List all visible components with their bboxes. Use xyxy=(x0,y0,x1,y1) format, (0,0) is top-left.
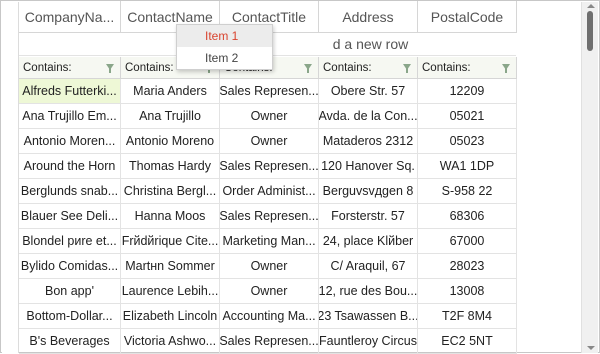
scroll-up-icon[interactable] xyxy=(587,4,595,8)
cell-contactname[interactable]: Hanna Moos xyxy=(121,204,220,229)
cell-companyname[interactable]: Around the Horn xyxy=(19,154,121,179)
cell-companyname[interactable]: Ana Trujillo Em... xyxy=(19,104,121,129)
cell-address[interactable]: 120 Hanover Sq. xyxy=(319,154,418,179)
cell-contacttitle[interactable]: Sales Represen... xyxy=(220,204,319,229)
filter-cell-address[interactable]: Contains: xyxy=(319,57,418,79)
table-row[interactable]: Alfreds Futterki... Maria Anders Sales Rep… xyxy=(1,79,584,104)
cell-companyname[interactable]: Bylido Comidas... xyxy=(19,254,121,279)
cell-contacttitle[interactable]: Accounting Ma... xyxy=(220,304,319,329)
cell-address[interactable]: 24, place Klйber xyxy=(319,229,418,254)
cell-address[interactable]: Mataderos 2312 xyxy=(319,129,418,154)
vertical-scrollbar[interactable] xyxy=(581,2,598,353)
filter-icon[interactable] xyxy=(403,64,411,73)
cell-address[interactable]: 23 Tsawassen B... xyxy=(319,304,418,329)
filter-label: Contains: xyxy=(23,61,72,74)
table-row[interactable]: Bon app' Laurence Lebih... Owner 12, rue de… xyxy=(1,279,584,304)
cell-address[interactable]: Obere Str. 57 xyxy=(319,79,418,104)
cell-contactname[interactable]: Laurence Lebih... xyxy=(121,279,220,304)
cell-contacttitle[interactable]: Marketing Man... xyxy=(220,229,319,254)
cell-contacttitle[interactable]: Owner xyxy=(220,129,319,154)
menu-item-2[interactable]: Item 2 xyxy=(177,47,272,69)
scrollbar-thumb[interactable] xyxy=(587,11,593,51)
table-row[interactable]: Antonio Moren... Antonio Moreno Owner Matad… xyxy=(1,129,584,154)
cell-companyname[interactable]: Antonio Moren... xyxy=(19,129,121,154)
cell-contacttitle[interactable]: Sales Represen... xyxy=(220,329,319,354)
cell-postalcode[interactable]: 05023 xyxy=(418,129,517,154)
cell-companyname[interactable]: Bon app' xyxy=(19,279,121,304)
cell-companyname[interactable]: Blauer See Deli... xyxy=(19,204,121,229)
filter-cell-companyname[interactable]: Contains: xyxy=(19,57,121,79)
cell-contacttitle[interactable]: Owner xyxy=(220,279,319,304)
cell-companyname[interactable]: Blondel pиre et... xyxy=(19,229,121,254)
cell-postalcode[interactable]: 28023 xyxy=(418,254,517,279)
cell-contactname[interactable]: Maria Anders xyxy=(121,79,220,104)
cell-contactname[interactable]: Frйdйrique Cite... xyxy=(121,229,220,254)
cell-companyname[interactable]: B's Beverages xyxy=(19,329,121,354)
table-row[interactable]: Blondel pиre et... Frйdйrique Cite... Mark… xyxy=(1,229,584,254)
cell-address[interactable]: Forsterstr. 57 xyxy=(319,204,418,229)
cell-postalcode[interactable]: 68306 xyxy=(418,204,517,229)
cell-postalcode[interactable]: 13008 xyxy=(418,279,517,304)
cell-contacttitle[interactable]: Sales Represen... xyxy=(220,154,319,179)
menu-item-1[interactable]: Item 1 xyxy=(177,25,272,47)
cell-postalcode[interactable]: WA1 1DP xyxy=(418,154,517,179)
table-row[interactable]: Around the Horn Thomas Hardy Sales Represe… xyxy=(1,154,584,179)
add-new-row-label: d a new row xyxy=(332,36,409,52)
table-row[interactable]: Bottom-Dollar... Elizabeth Lincoln Account… xyxy=(1,304,584,329)
cell-contactname[interactable]: Thomas Hardy xyxy=(121,154,220,179)
cell-address[interactable]: Berguvsvдgen 8 xyxy=(319,179,418,204)
cell-address[interactable]: C/ Araquil, 67 xyxy=(319,254,418,279)
cell-postalcode[interactable]: 67000 xyxy=(418,229,517,254)
cell-postalcode[interactable]: 12209 xyxy=(418,79,517,104)
cell-companyname[interactable]: Berglunds snab... xyxy=(19,179,121,204)
cell-postalcode[interactable]: 05021 xyxy=(418,104,517,129)
cell-companyname[interactable]: Alfreds Futterki... xyxy=(19,79,121,104)
cell-address[interactable]: Avda. de la Con... xyxy=(319,104,418,129)
cell-contacttitle[interactable]: Sales Represen... xyxy=(220,79,319,104)
context-menu: Item 1 Item 2 xyxy=(176,24,273,70)
cell-contactname[interactable]: Ana Trujillo xyxy=(121,104,220,129)
scroll-down-icon[interactable] xyxy=(587,346,595,350)
cell-companyname[interactable]: Bottom-Dollar... xyxy=(19,304,121,329)
table-row[interactable]: Ana Trujillo Em... Ana Trujillo Owner Avda.… xyxy=(1,104,584,129)
filter-label: Contains: xyxy=(422,61,471,74)
cell-contactname[interactable]: Antonio Moreno xyxy=(121,129,220,154)
filter-icon[interactable] xyxy=(106,64,114,73)
cell-address[interactable]: Fauntleroy Circus xyxy=(319,329,418,354)
cell-contacttitle[interactable]: Order Administ... xyxy=(220,179,319,204)
cell-contactname[interactable]: Martнn Sommer xyxy=(121,254,220,279)
table-row[interactable]: B's Beverages Victoria Ashwo... Sales Repr… xyxy=(1,329,584,354)
filter-label: Contains: xyxy=(125,61,174,74)
cell-contacttitle[interactable]: Owner xyxy=(220,254,319,279)
table-row[interactable]: Berglunds snab... Christina Bergl... Order… xyxy=(1,179,584,204)
filter-icon[interactable] xyxy=(304,64,312,73)
column-header-row: CompanyNa... ContactName ContactTitle Ad… xyxy=(1,1,584,33)
cell-address[interactable]: 12, rue des Bou... xyxy=(319,279,418,304)
cell-contactname[interactable]: Victoria Ashwo... xyxy=(121,329,220,354)
filter-icon[interactable] xyxy=(502,64,510,73)
header-companyname[interactable]: CompanyNa... xyxy=(19,1,121,33)
cell-postalcode[interactable]: T2F 8M4 xyxy=(418,304,517,329)
cell-contactname[interactable]: Elizabeth Lincoln xyxy=(121,304,220,329)
header-address[interactable]: Address xyxy=(319,1,418,33)
table-row[interactable]: Bylido Comidas... Martнn Sommer Owner C/ Ar… xyxy=(1,254,584,279)
data-grid[interactable]: CompanyNa... ContactName ContactTitle Ad… xyxy=(0,0,600,354)
filter-label: Contains: xyxy=(323,61,372,74)
cell-contacttitle[interactable]: Owner xyxy=(220,104,319,129)
header-postalcode[interactable]: PostalCode xyxy=(418,1,517,33)
cell-contactname[interactable]: Christina Bergl... xyxy=(121,179,220,204)
cell-postalcode[interactable]: EC2 5NT xyxy=(418,329,517,354)
filter-cell-postalcode[interactable]: Contains: xyxy=(418,57,517,79)
table-row[interactable]: Blauer See Deli... Hanna Moos Sales Repres… xyxy=(1,204,584,229)
cell-postalcode[interactable]: S-958 22 xyxy=(418,179,517,204)
